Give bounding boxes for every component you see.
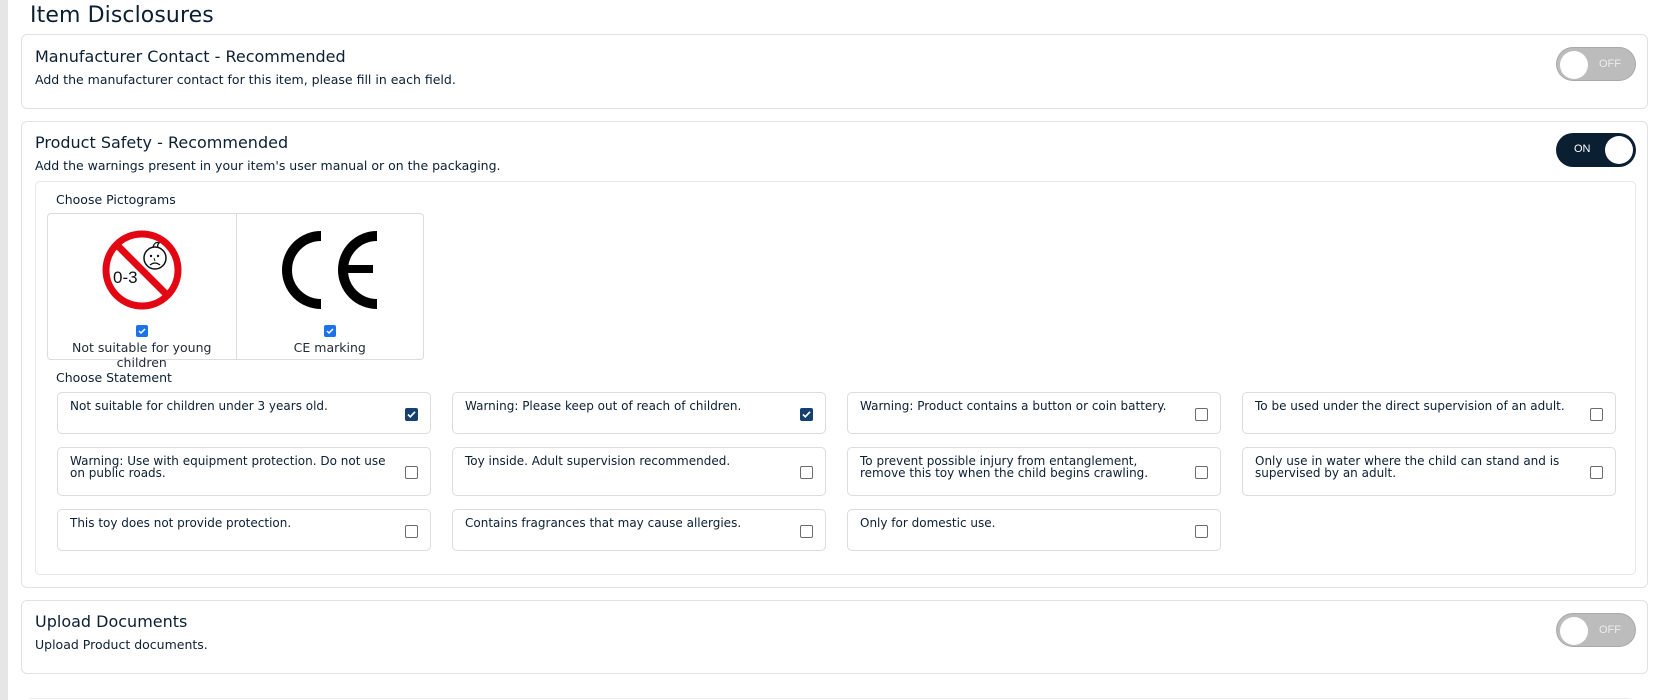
toggle-label: OFF: [1599, 624, 1621, 636]
toggle-label: OFF: [1599, 58, 1621, 70]
statement-item[interactable]: Warning: Product contains a button or co…: [847, 392, 1221, 434]
statement-text: Warning: Product contains a button or co…: [860, 399, 1167, 413]
statement-checkbox[interactable]: [1590, 408, 1603, 421]
choose-pictograms-label: Choose Pictograms: [56, 192, 176, 207]
statement-checkbox[interactable]: [1195, 408, 1208, 421]
statement-text: Warning: Please keep out of reach of chi…: [465, 399, 742, 413]
statement-item[interactable]: Not suitable for children under 3 years …: [57, 392, 431, 434]
upload-documents-subtitle: Upload Product documents.: [35, 637, 208, 652]
statement-text: To prevent possible injury from entangle…: [860, 454, 1149, 480]
statement-item[interactable]: Toy inside. Adult supervision recommende…: [452, 447, 826, 496]
statement-item[interactable]: Contains fragrances that may cause aller…: [452, 509, 826, 551]
page-title: Item Disclosures: [30, 3, 214, 28]
upload-documents-card: Upload Documents Upload Product document…: [21, 600, 1648, 674]
statement-text: Toy inside. Adult supervision recommende…: [465, 454, 731, 468]
toggle-knob: [1560, 51, 1588, 79]
checkmark-icon: [138, 328, 146, 335]
statement-text: Warning: Use with equipment protection. …: [70, 454, 386, 480]
not-suitable-0-3-icon: 0-3: [102, 230, 182, 310]
pictogram-label: Not suitable for young children: [72, 340, 212, 370]
upload-documents-title: Upload Documents: [35, 612, 188, 631]
pictogram-label: CE marking: [293, 340, 366, 355]
statement-text: To be used under the direct supervision …: [1255, 399, 1565, 413]
statement-item[interactable]: Only for domestic use.: [847, 509, 1221, 551]
statement-checkbox[interactable]: [800, 466, 813, 479]
pictogram-grid: 0-3 Not suitable for young children CE m…: [47, 213, 424, 370]
statement-checkbox[interactable]: [1195, 466, 1208, 479]
manufacturer-contact-subtitle: Add the manufacturer contact for this it…: [35, 72, 456, 87]
statement-grid: Not suitable for children under 3 years …: [57, 392, 1616, 564]
next-section-divider: [30, 698, 1630, 699]
ce-marking-icon: [281, 231, 378, 309]
pictogram-not-suitable-young-children[interactable]: 0-3 Not suitable for young children: [48, 214, 236, 370]
left-rail: [0, 0, 8, 700]
checkmark-icon: [802, 411, 811, 419]
checkmark-icon: [407, 411, 416, 419]
statement-checkbox[interactable]: [405, 525, 418, 538]
product-safety-card: Product Safety - Recommended Add the war…: [21, 121, 1648, 588]
statement-checkbox[interactable]: [1590, 466, 1603, 479]
choose-statement-label: Choose Statement: [56, 370, 172, 385]
product-safety-subtitle: Add the warnings present in your item's …: [35, 158, 501, 173]
statement-text: Contains fragrances that may cause aller…: [465, 516, 742, 530]
statement-item[interactable]: Warning: Please keep out of reach of chi…: [452, 392, 826, 434]
statement-item[interactable]: To be used under the direct supervision …: [1242, 392, 1616, 434]
statement-item[interactable]: This toy does not provide protection.: [57, 509, 431, 551]
statement-checkbox[interactable]: [405, 466, 418, 479]
manufacturer-contact-card: Manufacturer Contact - Recommended Add t…: [21, 34, 1648, 109]
toggle-label: ON: [1574, 143, 1591, 155]
checkmark-icon: [326, 328, 334, 335]
statement-item[interactable]: To prevent possible injury from entangle…: [847, 447, 1221, 496]
manufacturer-contact-toggle[interactable]: OFF: [1556, 47, 1636, 81]
statement-checkbox[interactable]: [800, 525, 813, 538]
statement-checkbox[interactable]: [1195, 525, 1208, 538]
statement-text: Only use in water where the child can st…: [1255, 454, 1560, 480]
statement-text: Not suitable for children under 3 years …: [70, 399, 328, 413]
pictogram-checkbox-checked[interactable]: [135, 325, 148, 337]
product-safety-panel: Choose Pictograms 0-3 Not suitable for y…: [35, 181, 1636, 575]
pictogram-ce-marking[interactable]: CE marking: [235, 214, 424, 359]
pictogram-checkbox-checked[interactable]: [323, 325, 336, 337]
statement-item[interactable]: Only use in water where the child can st…: [1242, 447, 1616, 496]
statement-checkbox[interactable]: [405, 408, 418, 421]
toggle-knob: [1560, 617, 1588, 645]
product-safety-title: Product Safety - Recommended: [35, 133, 289, 152]
statement-text: Only for domestic use.: [860, 516, 996, 530]
manufacturer-contact-title: Manufacturer Contact - Recommended: [35, 47, 346, 66]
upload-documents-toggle[interactable]: OFF: [1556, 613, 1636, 647]
product-safety-toggle[interactable]: ON: [1556, 133, 1636, 167]
statement-text: This toy does not provide protection.: [70, 516, 292, 530]
toggle-knob: [1605, 136, 1633, 164]
statement-checkbox[interactable]: [800, 408, 813, 421]
statement-item[interactable]: Warning: Use with equipment protection. …: [57, 447, 431, 496]
svg-text:0-3: 0-3: [113, 268, 138, 287]
